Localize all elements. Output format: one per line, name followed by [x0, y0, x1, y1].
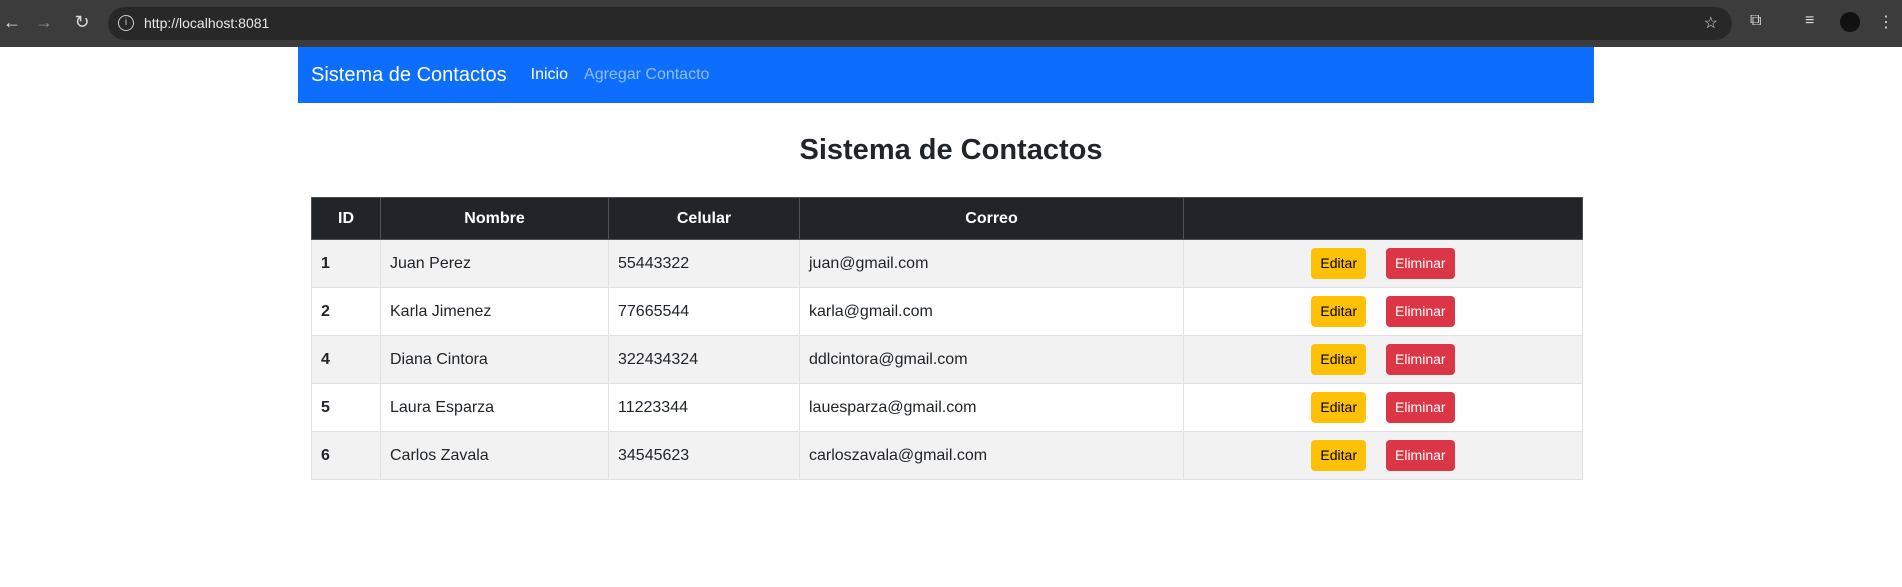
- cell-celular: 55443322: [608, 239, 800, 288]
- edit-button[interactable]: Editar: [1311, 392, 1366, 423]
- cell-actions: Editar Eliminar: [1183, 287, 1583, 336]
- cell-correo: lauesparza@gmail.com: [799, 383, 1184, 432]
- nav-link-agregar-contacto[interactable]: Agregar Contacto: [584, 66, 709, 84]
- header-correo: Correo: [799, 197, 1184, 240]
- contacts-table: ID Nombre Celular Correo 1 Juan Perez 55…: [311, 197, 1583, 480]
- cell-celular: 11223344: [608, 383, 800, 432]
- reload-icon[interactable]: ↻: [70, 12, 94, 33]
- browser-toolbar: ← → ↻ i http://localhost:8081 ☆ ⧉ ≡ ⋮: [0, 0, 1902, 47]
- header-celular: Celular: [608, 197, 800, 240]
- address-bar[interactable]: i http://localhost:8081 ☆: [108, 7, 1732, 40]
- delete-button[interactable]: Eliminar: [1386, 248, 1455, 279]
- navbar: Sistema de Contactos Inicio Agregar Cont…: [298, 47, 1594, 103]
- forward-icon[interactable]: →: [32, 12, 56, 33]
- edit-button[interactable]: Editar: [1311, 440, 1366, 471]
- delete-button[interactable]: Eliminar: [1386, 344, 1455, 375]
- table-row: 2 Karla Jimenez 77665544 karla@gmail.com…: [311, 287, 1583, 336]
- delete-button[interactable]: Eliminar: [1386, 296, 1455, 327]
- cell-nombre: Diana Cintora: [380, 335, 609, 384]
- url-text: http://localhost:8081: [144, 15, 270, 31]
- navbar-brand[interactable]: Sistema de Contactos: [311, 64, 507, 87]
- cell-correo: ddlcintora@gmail.com: [799, 335, 1184, 384]
- extensions-icon[interactable]: ⧉: [1750, 12, 1761, 30]
- back-icon[interactable]: ←: [0, 12, 24, 33]
- table-row: 1 Juan Perez 55443322 juan@gmail.com Edi…: [311, 239, 1583, 288]
- site-info-icon[interactable]: i: [118, 15, 134, 31]
- cell-correo: juan@gmail.com: [799, 239, 1184, 288]
- cell-id: 4: [311, 335, 381, 384]
- edit-button[interactable]: Editar: [1311, 296, 1366, 327]
- delete-button[interactable]: Eliminar: [1386, 392, 1455, 423]
- edit-button[interactable]: Editar: [1311, 344, 1366, 375]
- cell-actions: Editar Eliminar: [1183, 383, 1583, 432]
- header-nombre: Nombre: [380, 197, 609, 240]
- profile-avatar[interactable]: [1840, 12, 1860, 32]
- table-row: 6 Carlos Zavala 34545623 carloszavala@gm…: [311, 431, 1583, 480]
- cell-actions: Editar Eliminar: [1183, 335, 1583, 384]
- bookmark-star-icon[interactable]: ☆: [1704, 7, 1718, 40]
- cell-id: 2: [311, 287, 381, 336]
- table-row: 5 Laura Esparza 11223344 lauesparza@gmai…: [311, 383, 1583, 432]
- edit-button[interactable]: Editar: [1311, 248, 1366, 279]
- cell-id: 1: [311, 239, 381, 288]
- delete-button[interactable]: Eliminar: [1386, 440, 1455, 471]
- cell-id: 6: [311, 431, 381, 480]
- page-title: Sistema de Contactos: [799, 134, 1103, 166]
- media-icon[interactable]: ≡: [1805, 12, 1814, 30]
- cell-actions: Editar Eliminar: [1183, 239, 1583, 288]
- cell-nombre: Karla Jimenez: [380, 287, 609, 336]
- cell-celular: 34545623: [608, 431, 800, 480]
- header-id: ID: [311, 197, 381, 240]
- cell-nombre: Laura Esparza: [380, 383, 609, 432]
- cell-actions: Editar Eliminar: [1183, 431, 1583, 480]
- header-actions: [1183, 197, 1583, 240]
- cell-id: 5: [311, 383, 381, 432]
- cell-nombre: Carlos Zavala: [380, 431, 609, 480]
- menu-icon[interactable]: ⋮: [1878, 12, 1894, 32]
- table-row: 4 Diana Cintora 322434324 ddlcintora@gma…: [311, 335, 1583, 384]
- nav-link-inicio[interactable]: Inicio: [531, 66, 568, 84]
- cell-correo: carloszavala@gmail.com: [799, 431, 1184, 480]
- cell-nombre: Juan Perez: [380, 239, 609, 288]
- cell-correo: karla@gmail.com: [799, 287, 1184, 336]
- cell-celular: 322434324: [608, 335, 800, 384]
- cell-celular: 77665544: [608, 287, 800, 336]
